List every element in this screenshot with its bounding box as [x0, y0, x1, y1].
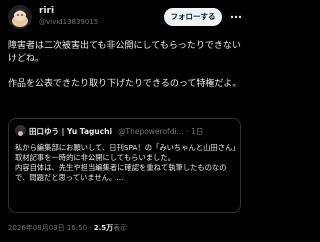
- author-name[interactable]: riri: [39, 6, 54, 16]
- post-paragraph: 作品を公表できたり取り下げたりできるのって特権だよ。: [8, 78, 242, 89]
- quoted-post-header: 田口ゆう | Yu Taguchi @Thepowerofdi… · 1日: [15, 125, 237, 137]
- post-footer: 2026年08月03日 16:50 · 2.5万表示: [8, 223, 127, 233]
- post-paragraph: 障害者は二次被害出ても非公開にしてもらったりできないけどね。: [8, 41, 241, 65]
- quoted-author-avatar: [15, 125, 26, 136]
- quoted-author-handle: @Thepowerofdi…: [118, 127, 185, 136]
- post-text: 障害者は二次被害出ても非公開にしてもらったりできないけどね。 作品を公表できたり…: [8, 40, 244, 91]
- quoted-post-text: 私から編集部にお願いして、日刊SPA！の「みいちゃんと山田さん」取材記事を一時的…: [15, 143, 236, 182]
- quoted-author-name: 田口ゆう | Yu Taguchi: [29, 127, 113, 136]
- post-timestamp[interactable]: 2026年08月03日 16:50: [8, 224, 87, 232]
- quoted-post[interactable]: 田口ゆう | Yu Taguchi @Thepowerofdi… · 1日 私か…: [8, 118, 241, 213]
- quoted-separator: ·: [186, 127, 189, 136]
- footer-separator: ·: [89, 224, 92, 232]
- more-options-icon[interactable]: [229, 9, 243, 25]
- quoted-author-meta: @Thepowerofdi… · 1日: [118, 126, 204, 137]
- post-header: riri @vivid13839015 フォローする: [8, 5, 242, 29]
- follow-button[interactable]: フォローする: [164, 8, 222, 26]
- author-avatar[interactable]: [8, 5, 32, 29]
- views-count: 2.5万: [93, 224, 114, 232]
- quoted-post-age: 1日: [191, 127, 204, 136]
- views-label: 表示: [113, 224, 128, 232]
- author-handle[interactable]: @vivid13839015: [39, 18, 98, 26]
